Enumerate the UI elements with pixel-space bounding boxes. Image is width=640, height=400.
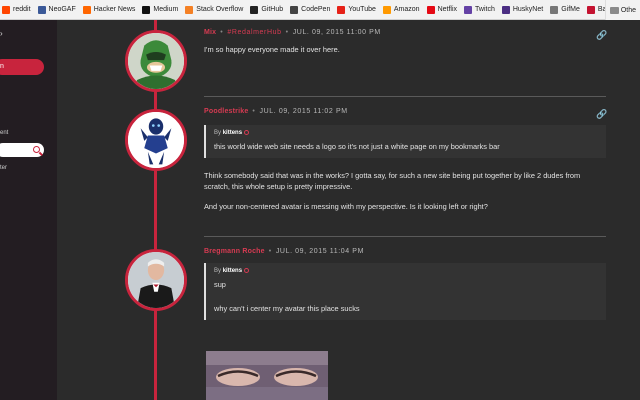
post-date: JUL. 09, 2015 11:04 PM [275, 248, 365, 255]
bookmark-label: reddit [13, 6, 31, 13]
quote-block: By kittens this world wide web site need… [204, 125, 606, 159]
post: Poodlestrike • JUL. 09, 2015 11:02 PM 🔗 By… [204, 108, 607, 212]
post-meta: Mix • #RedalmerHub • JUL. 09, 2015 11:00 PM [204, 29, 381, 36]
post-username[interactable]: Mix [204, 29, 216, 36]
bookmark-favicon-icon [290, 5, 299, 14]
bookmark-favicon-icon [2, 5, 10, 14]
bookmark-item[interactable]: reddit [2, 5, 31, 14]
bookmark-item[interactable]: Netflix [426, 5, 458, 14]
link-icon[interactable]: 🔗 [596, 31, 607, 40]
avatar[interactable] [125, 30, 187, 92]
quote-attribution: By kittens [214, 130, 598, 136]
other-bookmarks-label: Othe [620, 6, 636, 14]
bookmark-label: HuskyNet [512, 6, 544, 13]
bookmark-favicon-icon [550, 5, 559, 14]
bookmark-favicon-icon [82, 5, 91, 14]
post-tag[interactable]: #RedalmerHub [227, 29, 281, 36]
chevron-right-icon[interactable]: › [0, 29, 3, 38]
bookmark-item[interactable]: GitHub [250, 5, 284, 14]
post-text: I'm so happy everyone made it over here. [204, 45, 340, 54]
post: Bregmann Roche • JUL. 09, 2015 11:04 PM By… [204, 248, 606, 321]
bookmark-favicon-icon [464, 5, 473, 14]
bookmark-favicon-icon [337, 5, 346, 14]
avatar-image [128, 252, 184, 308]
post-divider [204, 236, 606, 237]
bookmark-favicon-icon [37, 5, 46, 14]
sidebar: › n ent ter [0, 20, 57, 400]
bookmark-label: Netflix [437, 6, 458, 13]
avatar[interactable] [125, 109, 187, 171]
post-username[interactable]: Poodlestrike [204, 108, 248, 115]
post: Mix • #RedalmerHub • JUL. 09, 2015 11:00 PM … [204, 29, 607, 55]
post-date: JUL. 09, 2015 11:00 PM [292, 29, 381, 36]
bookmark-item[interactable]: HuskyNet [501, 5, 544, 14]
bookmark-favicon-icon [586, 5, 595, 14]
bookmark-label: CodePen [301, 6, 331, 13]
bookmark-favicon-icon [142, 5, 151, 14]
quote-text: sup [214, 280, 226, 290]
bookmark-label: NeoGAF [48, 6, 76, 13]
post-text: And your non-centered avatar is messing … [204, 202, 488, 212]
bookmark-item[interactable]: GifMe [550, 5, 580, 14]
post-meta: Poodlestrike • JUL. 09, 2015 11:02 PM [204, 108, 348, 115]
bookmark-item[interactable]: Hacker News [82, 5, 136, 14]
post-meta: Bregmann Roche • JUL. 09, 2015 11:04 PM [204, 248, 365, 255]
quote-block: By kittens sup why can't i center my ava… [204, 263, 606, 321]
quote-by-label: By [214, 268, 222, 275]
sidebar-item-active[interactable]: n [0, 59, 44, 75]
bookmark-label: YouTube [348, 6, 376, 13]
bookmark-label: GifMe [561, 6, 580, 13]
other-bookmarks-folder[interactable]: Othe [604, 0, 640, 20]
bookmark-label: Stack Overflow [196, 6, 244, 13]
bookmark-favicon-icon [250, 5, 259, 14]
bookmark-item[interactable]: Stack Overflow [185, 5, 244, 14]
post-divider [204, 96, 606, 97]
bookmark-label: Amazon [393, 6, 420, 13]
bookmark-favicon-icon [185, 5, 194, 14]
sidebar-item-label[interactable]: ter [0, 165, 7, 171]
quote-author[interactable]: kittens [223, 130, 242, 136]
attached-image[interactable] [206, 351, 328, 400]
bookmark-item[interactable]: NeoGAF [37, 5, 76, 14]
sidebar-item-label: n [0, 63, 4, 70]
quote-text: this world wide web site needs a logo so… [214, 142, 500, 152]
search-icon[interactable] [33, 146, 40, 153]
bookmark-label: GitHub [261, 6, 284, 13]
link-icon[interactable]: 🔗 [596, 110, 607, 119]
post-username[interactable]: Bregmann Roche [204, 248, 265, 255]
post-date: JUL. 09, 2015 11:02 PM [259, 108, 348, 115]
sidebar-item-label[interactable]: ent [0, 130, 8, 136]
bookmark-label: Medium [153, 6, 179, 13]
bookmark-item[interactable]: Twitch [464, 5, 495, 14]
avatar[interactable] [125, 249, 187, 311]
quote-by-label: By [214, 130, 222, 137]
reply-icon [244, 130, 250, 135]
avatar-image [128, 112, 184, 168]
bookmark-item[interactable]: Amazon [382, 5, 420, 14]
bookmark-favicon-icon [426, 5, 435, 14]
search-input[interactable] [0, 143, 44, 157]
avatar-image [128, 33, 184, 89]
attached-image-graphic [206, 351, 328, 400]
folder-icon [609, 6, 619, 14]
bookmark-item[interactable]: YouTube [337, 5, 376, 14]
bookmark-favicon-icon [501, 5, 510, 14]
quote-attribution: By kittens [214, 268, 598, 274]
bookmark-item[interactable]: Medium [142, 5, 179, 14]
bookmarks-bar: reddit NeoGAF Hacker News Medium Stack Overf… [0, 0, 640, 20]
reply-icon [244, 268, 250, 273]
bookmark-label: Twitch [475, 6, 495, 13]
bookmark-favicon-icon [382, 5, 391, 14]
post-text: Think somebody said that was in the work… [204, 171, 581, 192]
quote-text: why can't i center my avatar this place … [214, 304, 360, 314]
bookmark-item[interactable]: CodePen [290, 5, 331, 14]
bookmark-label: Hacker News [93, 6, 136, 13]
quote-author[interactable]: kittens [223, 268, 242, 274]
